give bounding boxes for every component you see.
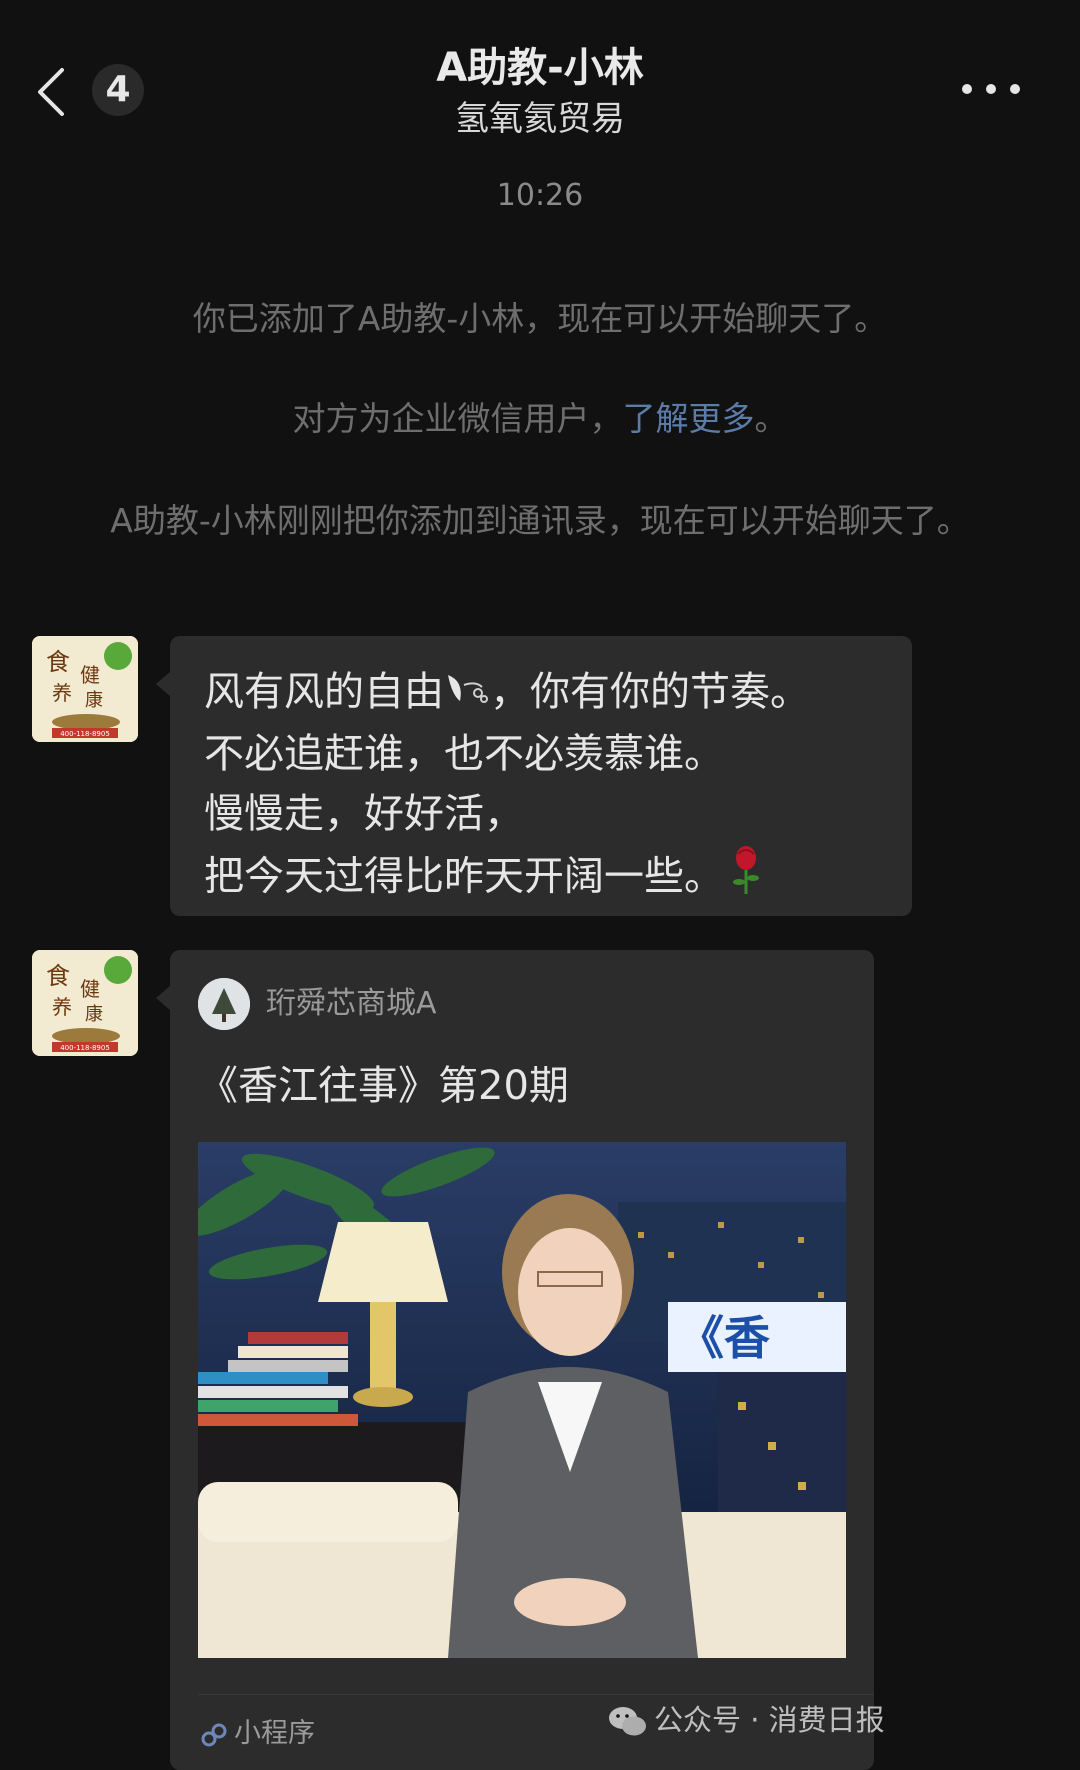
system-message-enterprise: 对方为企业微信用户，了解更多。 (80, 396, 1000, 442)
health-food-logo-icon: 食 健 养 康 400-118-8905 (32, 636, 138, 742)
svg-text:400-118-8905: 400-118-8905 (60, 730, 110, 738)
more-options-button[interactable] (960, 74, 1030, 104)
text-message-bubble[interactable]: 风有风的自由 ，你有你的节奏。 不必追赶谁，也不必羡慕谁。 慢慢走，好好活， 把今… (156, 636, 912, 916)
system-message-enterprise-prefix: 对方为企业微信用户， (292, 399, 623, 438)
sender-avatar[interactable]: 食 健 养 康 400-118-8905 (32, 636, 138, 742)
message-line: 把今天过得比昨天开阔一些。 (204, 844, 904, 913)
message-line: 风有风的自由 ，你有你的节奏。 (204, 662, 904, 724)
card-title: 《香江往事》第20期 (198, 1063, 569, 1109)
wind-face-icon (444, 664, 490, 724)
watermark: 公众号 · 消费日报 (608, 1700, 885, 1740)
svg-text:康: 康 (85, 690, 103, 711)
pine-tree-icon (198, 978, 250, 1030)
sender-avatar[interactable]: 食 健 养 康 400-118-8905 (32, 950, 138, 1056)
svg-text:《香: 《香 (678, 1311, 770, 1365)
svg-text:食: 食 (46, 962, 70, 990)
message-timestamp: 10:26 (496, 178, 584, 213)
more-dot-icon (962, 84, 972, 94)
more-dot-icon (986, 84, 996, 94)
mini-program-card[interactable]: 珩舜芯商城A 《香江往事》第20期 《香 小程序 (156, 950, 874, 1770)
wechat-icon (609, 1707, 646, 1736)
health-food-logo-icon: 食 健 养 康 400-118-8905 (32, 950, 138, 1056)
chat-subtitle: 氢氧氦贸易 (455, 99, 625, 139)
rose-icon (724, 844, 768, 913)
system-message-enterprise-suffix: 。 (754, 399, 788, 438)
chat-title: A助教-小林 (436, 45, 644, 91)
svg-text:康: 康 (85, 1004, 103, 1025)
svg-text:400-118-8905: 400-118-8905 (60, 1044, 110, 1052)
card-divider (198, 1694, 874, 1695)
card-cover-image: 《香 (198, 1142, 846, 1658)
system-message-contact: A助教-小林刚刚把你添加到通讯录，现在可以开始聊天了。 (110, 501, 970, 540)
message-line: 不必追赶谁，也不必羡慕谁。 (204, 731, 724, 777)
learn-more-link[interactable]: 了解更多 (623, 399, 755, 438)
mini-program-label: 小程序 (200, 1716, 315, 1752)
svg-text:养: 养 (52, 681, 72, 705)
svg-text:食: 食 (46, 648, 70, 676)
text-message-content: 风有风的自由 ，你有你的节奏。 不必追赶谁，也不必羡慕谁。 慢慢走，好好活， 把今… (204, 662, 904, 913)
more-dot-icon (1010, 84, 1020, 94)
chat-screen: 4 A助教-小林 氢氧氦贸易 10:26 你已添加了A助教-小林，现在可以开始聊… (0, 0, 1080, 1770)
svg-text:健: 健 (80, 977, 100, 1001)
system-message-added: 你已添加了A助教-小林，现在可以开始聊天了。 (192, 299, 888, 338)
svg-text:养: 养 (52, 995, 72, 1019)
svg-text:健: 健 (80, 663, 100, 687)
mini-program-icon (201, 1723, 227, 1746)
source-avatar (198, 978, 250, 1030)
message-line: 慢慢走，好好活， (204, 791, 524, 837)
source-name: 珩舜芯商城A (266, 986, 437, 1021)
